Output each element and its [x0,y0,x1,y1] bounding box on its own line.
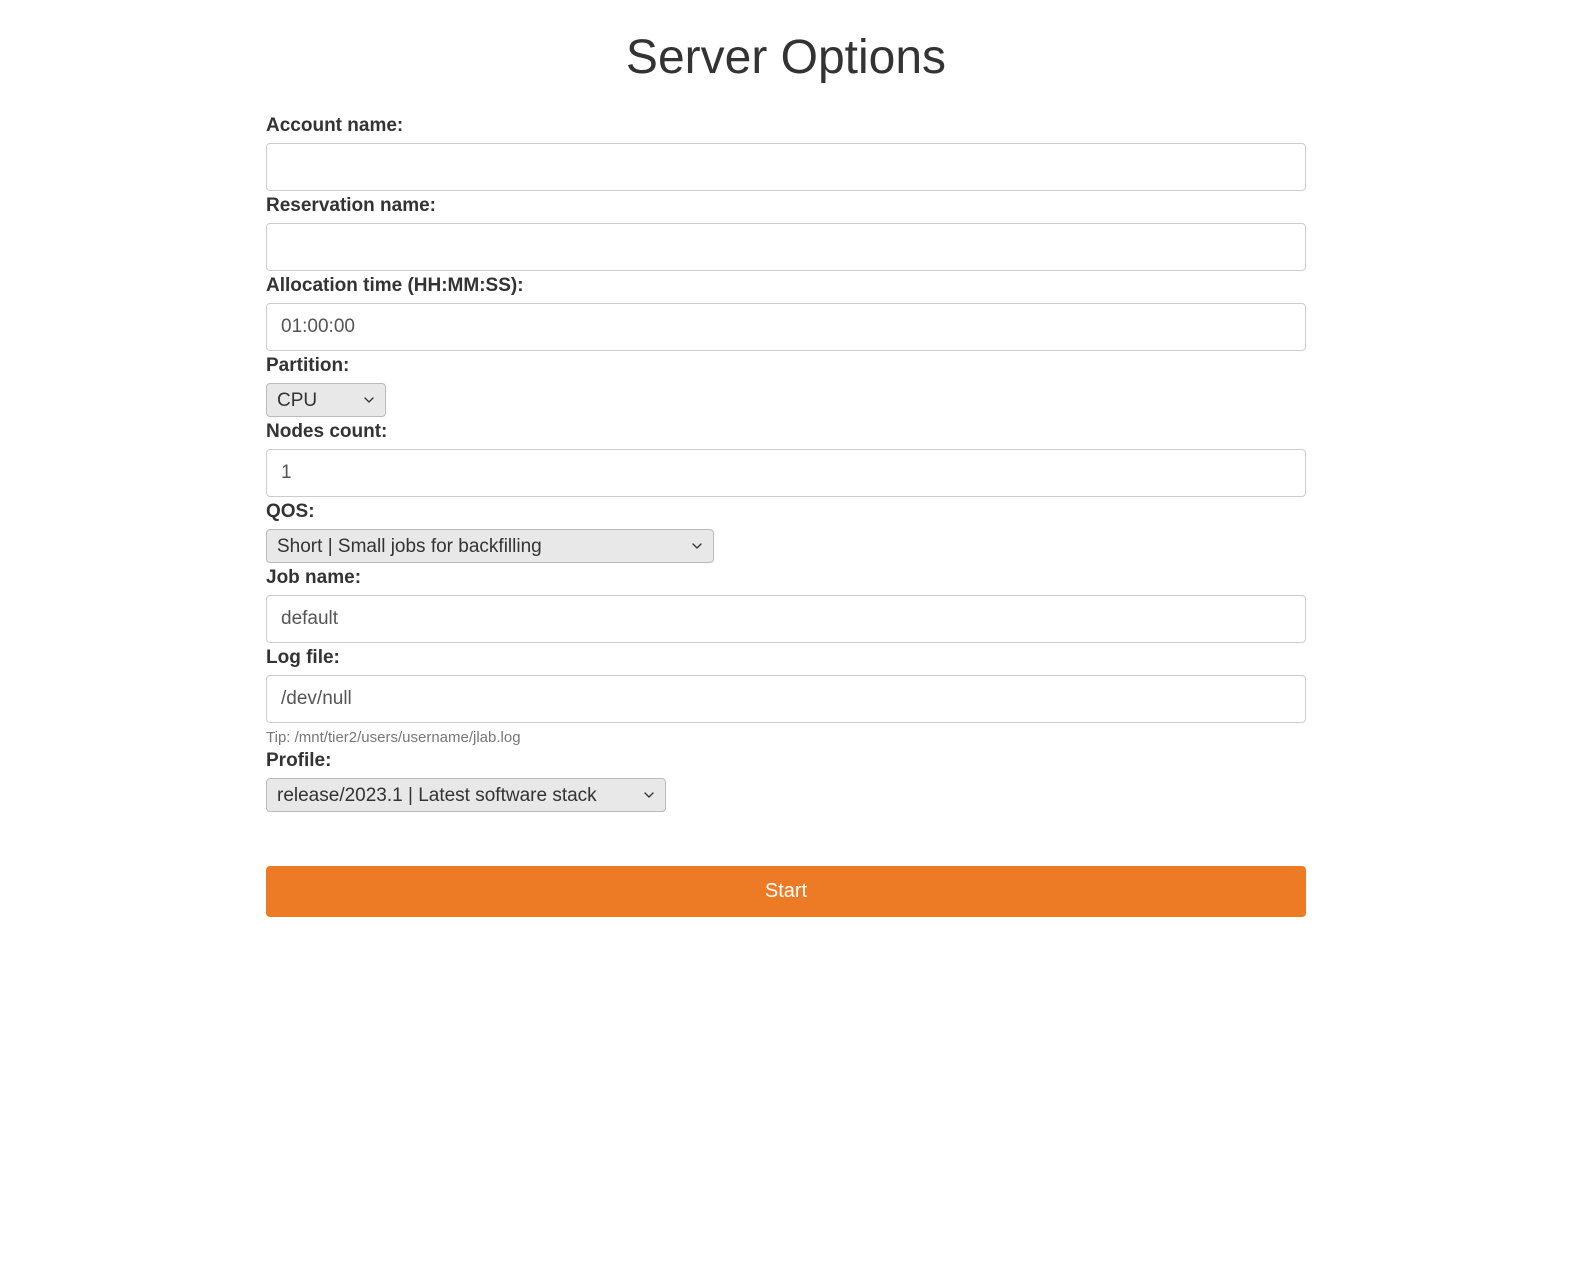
partition-group: Partition: CPU [266,355,1306,417]
log-file-help: Tip: /mnt/tier2/users/username/jlab.log [266,729,1306,746]
qos-label: QOS: [266,501,1306,523]
nodes-count-group: Nodes count: [266,421,1306,497]
log-file-label: Log file: [266,647,1306,669]
job-name-label: Job name: [266,567,1306,589]
qos-group: QOS: Short | Small jobs for backfilling [266,501,1306,563]
account-name-group: Account name: [266,115,1306,191]
profile-group: Profile: release/2023.1 | Latest softwar… [266,750,1306,812]
account-name-input[interactable] [266,143,1306,191]
allocation-time-group: Allocation time (HH:MM:SS): [266,275,1306,351]
reservation-name-group: Reservation name: [266,195,1306,271]
partition-select[interactable]: CPU [266,383,386,417]
reservation-name-input[interactable] [266,223,1306,271]
log-file-input[interactable] [266,675,1306,723]
partition-label: Partition: [266,355,1306,377]
page-title: Server Options [266,30,1306,85]
profile-select[interactable]: release/2023.1 | Latest software stack [266,778,666,812]
log-file-group: Log file: Tip: /mnt/tier2/users/username… [266,647,1306,746]
allocation-time-input[interactable] [266,303,1306,351]
job-name-group: Job name: [266,567,1306,643]
nodes-count-label: Nodes count: [266,421,1306,443]
allocation-time-label: Allocation time (HH:MM:SS): [266,275,1306,297]
qos-select[interactable]: Short | Small jobs for backfilling [266,529,714,563]
reservation-name-label: Reservation name: [266,195,1306,217]
server-options-form: Server Options Account name: Reservation… [246,30,1326,917]
job-name-input[interactable] [266,595,1306,643]
profile-label: Profile: [266,750,1306,772]
account-name-label: Account name: [266,115,1306,137]
nodes-count-input[interactable] [266,449,1306,497]
start-button[interactable]: Start [266,866,1306,917]
